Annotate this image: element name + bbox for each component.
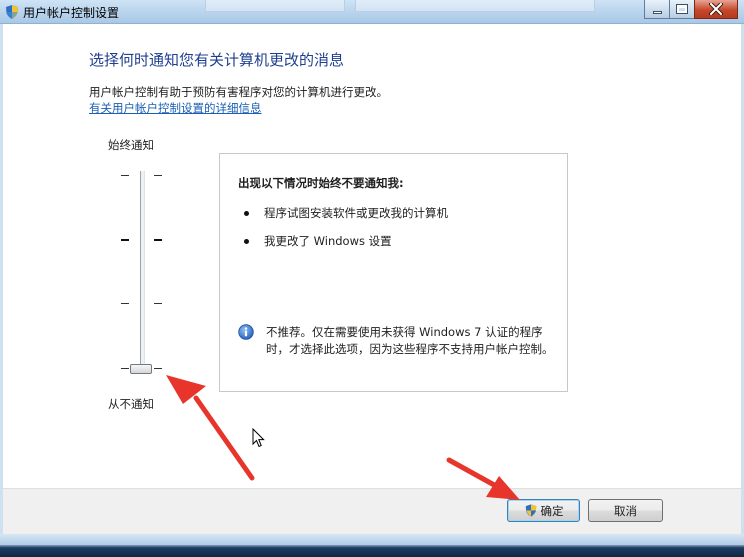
ok-button[interactable]: 确定 xyxy=(507,499,580,522)
page-description: 用户帐户控制有助于预防有害程序对您的计算机进行更改。 xyxy=(89,85,388,99)
slider-tick xyxy=(154,368,162,369)
slider-tick xyxy=(121,368,129,369)
window-frame-left xyxy=(0,24,3,534)
info-icon xyxy=(238,324,254,340)
slider-tick xyxy=(154,239,162,241)
cancel-button[interactable]: 取消 xyxy=(588,499,663,522)
title-bar[interactable]: 用户帐户控制设置 xyxy=(0,0,744,24)
close-button[interactable] xyxy=(694,0,738,19)
minimize-button[interactable] xyxy=(644,0,670,19)
maximize-button[interactable] xyxy=(669,0,695,19)
notification-level-slider[interactable] xyxy=(118,165,166,380)
ok-button-label: 确定 xyxy=(540,503,564,518)
panel-bullet-item: 我更改了 Windows 设置 xyxy=(264,234,392,248)
page-title: 选择何时通知您有关计算机更改的消息 xyxy=(89,51,345,69)
slider-tick xyxy=(121,175,129,176)
uac-shield-icon xyxy=(6,5,18,19)
window-controls xyxy=(644,0,738,19)
slider-tick xyxy=(121,239,129,241)
slider-tick xyxy=(154,175,162,176)
close-icon xyxy=(709,3,723,15)
slider-tick xyxy=(154,303,162,304)
slider-track[interactable] xyxy=(140,171,145,371)
slider-label-always-notify: 始终通知 xyxy=(108,138,154,152)
level-description-panel: 出现以下情况时始终不要通知我: 程序试图安装软件或更改我的计算机 我更改了 Wi… xyxy=(219,153,568,392)
bullet-icon xyxy=(244,211,249,216)
uac-help-link[interactable]: 有关用户帐户控制设置的详细信息 xyxy=(89,100,262,116)
background-window-ghost xyxy=(355,0,595,12)
bullet-icon xyxy=(244,239,249,244)
mouse-pointer-icon xyxy=(252,428,265,448)
maximize-icon xyxy=(676,4,688,14)
window-title: 用户帐户控制设置 xyxy=(23,6,120,20)
minimize-icon xyxy=(652,10,662,14)
panel-bullet-item: 程序试图安装软件或更改我的计算机 xyxy=(264,206,448,220)
uac-shield-icon xyxy=(525,504,536,517)
background-window-ghost xyxy=(205,0,345,12)
cancel-button-label: 取消 xyxy=(614,503,637,518)
warning-note: 不推荐。仅在需要使用未获得 Windows 7 认证的程序时，才选择此选项，因为… xyxy=(266,325,554,356)
slider-label-never-notify: 从不通知 xyxy=(108,397,154,411)
taskbar-edge xyxy=(0,534,744,557)
panel-title: 出现以下情况时始终不要通知我: xyxy=(238,176,404,190)
slider-thumb[interactable] xyxy=(130,364,152,374)
slider-tick xyxy=(121,303,129,304)
